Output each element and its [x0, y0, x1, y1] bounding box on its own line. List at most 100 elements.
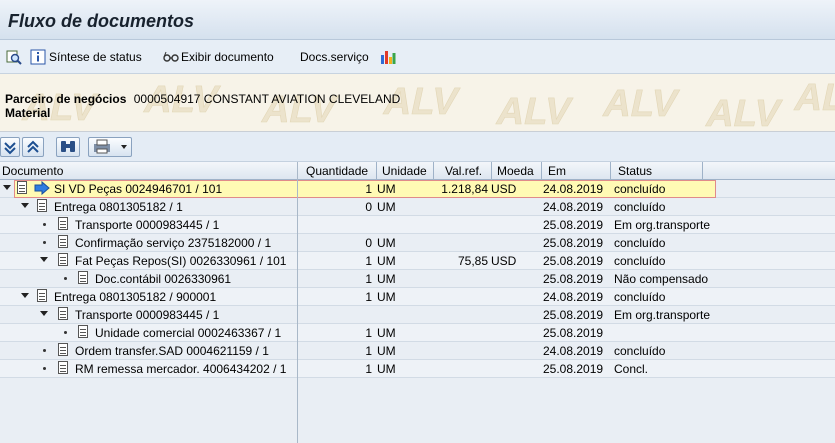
table-row[interactable]: RM remessa mercador. 4006434202 / 1 1 UM… — [0, 360, 835, 378]
document-icon — [37, 289, 47, 302]
row-unit: UM — [377, 182, 396, 196]
row-currency: USD — [491, 254, 517, 268]
document-icon — [37, 199, 47, 212]
row-document[interactable]: Confirmação serviço 2375182000 / 1 — [75, 236, 271, 250]
document-icon — [58, 307, 68, 320]
column-separator[interactable] — [376, 162, 377, 180]
row-status: Concl. — [614, 362, 649, 376]
row-document[interactable]: Unidade comercial 0002463367 / 1 — [95, 326, 281, 340]
page-title: Fluxo de documentos — [8, 11, 195, 31]
document-icon — [17, 181, 27, 194]
table-row[interactable]: SI VD Peças 0024946701 / 101 1 UM 1.218,… — [0, 180, 835, 198]
column-separator[interactable] — [541, 162, 542, 180]
document-icon — [78, 325, 88, 338]
row-date: 25.08.2019 — [543, 308, 604, 322]
row-date: 25.08.2019 — [543, 326, 604, 340]
table-row[interactable]: Entrega 0801305182 / 1 0 UM 24.08.2019 c… — [0, 198, 835, 216]
table-row[interactable]: Transporte 0000983445 / 1 25.08.2019 Em … — [0, 306, 835, 324]
find-in-list-button[interactable] — [56, 137, 80, 157]
column-document[interactable]: Documento — [2, 164, 63, 178]
row-document[interactable]: Entrega 0801305182 / 900001 — [54, 290, 216, 304]
row-document[interactable]: SI VD Peças 0024946701 / 101 — [54, 182, 222, 196]
row-document[interactable]: RM remessa mercador. 4006434202 / 1 — [75, 362, 286, 376]
service-docs-button[interactable]: Docs.serviço — [300, 48, 396, 66]
expand-node-icon[interactable] — [40, 257, 48, 262]
table-row[interactable]: Transporte 0000983445 / 1 25.08.2019 Em … — [0, 216, 835, 234]
info-icon — [30, 49, 46, 65]
row-document[interactable]: Entrega 0801305182 / 1 — [54, 200, 183, 214]
row-status: concluído — [614, 254, 666, 268]
tree-leaf-bullet — [64, 277, 67, 280]
expand-node-icon[interactable] — [21, 293, 29, 298]
row-unit: UM — [377, 290, 396, 304]
table-row[interactable]: Unidade comercial 0002463367 / 1 1 UM 25… — [0, 324, 835, 342]
status-overview-button[interactable]: Síntese de status — [30, 48, 142, 66]
document-column-divider[interactable] — [297, 162, 298, 443]
column-separator[interactable] — [702, 162, 703, 180]
expand-node-icon[interactable] — [3, 185, 11, 190]
row-document[interactable]: Doc.contábil 0026330961 — [95, 272, 231, 286]
collapse-all-button[interactable] — [22, 137, 44, 157]
document-icon — [58, 217, 68, 230]
expand-node-icon[interactable] — [40, 311, 48, 316]
alv-watermark-text: ALV — [493, 90, 576, 132]
partner-label: Parceiro de negócios — [5, 92, 127, 106]
document-icon — [58, 235, 68, 248]
column-date[interactable]: Em — [548, 164, 566, 178]
header-area: ALV ALV ALV ALV ALV ALV ALV ALV Parceiro… — [0, 74, 835, 132]
table-row[interactable]: Ordem transfer.SAD 0004621159 / 1 1 UM 2… — [0, 342, 835, 360]
column-separator[interactable] — [433, 162, 434, 180]
row-unit: UM — [377, 362, 396, 376]
row-document[interactable]: Transporte 0000983445 / 1 — [75, 218, 219, 232]
row-unit: UM — [377, 272, 396, 286]
expand-node-icon[interactable] — [21, 203, 29, 208]
row-quantity: 0 — [365, 200, 372, 214]
column-quantity[interactable]: Quantidade — [306, 164, 368, 178]
column-status[interactable]: Status — [618, 164, 652, 178]
table-row[interactable]: Fat Peças Repos(SI) 0026330961 / 101 1 U… — [0, 252, 835, 270]
document-icon — [58, 253, 68, 266]
grid-toolbar — [0, 132, 835, 162]
row-status: Em org.transporte — [614, 218, 711, 232]
row-unit: UM — [377, 254, 396, 268]
table-row[interactable]: Doc.contábil 0026330961 1 UM 25.08.2019 … — [0, 270, 835, 288]
column-currency[interactable]: Moeda — [497, 164, 534, 178]
row-quantity: 1 — [365, 290, 372, 304]
print-button[interactable] — [88, 137, 132, 157]
row-document[interactable]: Transporte 0000983445 / 1 — [75, 308, 219, 322]
row-date: 25.08.2019 — [543, 362, 604, 376]
table-row[interactable]: Confirmação serviço 2375182000 / 1 0 UM … — [0, 234, 835, 252]
document-icon — [58, 343, 68, 356]
column-value[interactable]: Val.ref. — [445, 164, 482, 178]
tree-leaf-bullet — [43, 367, 46, 370]
row-status: concluído — [614, 182, 666, 196]
application-toolbar: Síntese de status Exibir documento Docs.… — [0, 40, 835, 74]
glasses-icon — [162, 49, 179, 65]
document-icon — [78, 271, 88, 284]
expand-all-button[interactable] — [0, 137, 20, 157]
tree-leaf-bullet — [43, 223, 46, 226]
document-icon — [58, 361, 68, 374]
partner-value: 0000504917 CONSTANT AVIATION CLEVELAND — [133, 92, 401, 106]
row-date: 24.08.2019 — [543, 200, 604, 214]
find-icon — [6, 49, 22, 65]
material-label: Material — [5, 106, 51, 120]
row-status: Em org.transporte — [614, 308, 711, 322]
find-button[interactable] — [6, 48, 22, 66]
row-document[interactable]: Fat Peças Repos(SI) 0026330961 / 101 — [75, 254, 286, 268]
display-document-button[interactable]: Exibir documento — [162, 48, 274, 66]
material-line: Material — [5, 106, 50, 120]
column-separator[interactable] — [491, 162, 492, 180]
row-value: 1.218,84 — [441, 182, 488, 196]
row-quantity: 0 — [365, 236, 372, 250]
row-status: concluído — [614, 290, 666, 304]
row-document[interactable]: Ordem transfer.SAD 0004621159 / 1 — [75, 344, 269, 358]
row-date: 24.08.2019 — [543, 182, 604, 196]
row-date: 25.08.2019 — [543, 218, 604, 232]
column-unit[interactable]: Unidade — [382, 164, 427, 178]
column-separator[interactable] — [610, 162, 611, 180]
table-row[interactable]: Entrega 0801305182 / 900001 1 UM 24.08.2… — [0, 288, 835, 306]
row-currency: USD — [491, 182, 517, 196]
status-overview-label: Síntese de status — [49, 50, 142, 64]
alv-watermark-text: ALV — [702, 92, 785, 132]
